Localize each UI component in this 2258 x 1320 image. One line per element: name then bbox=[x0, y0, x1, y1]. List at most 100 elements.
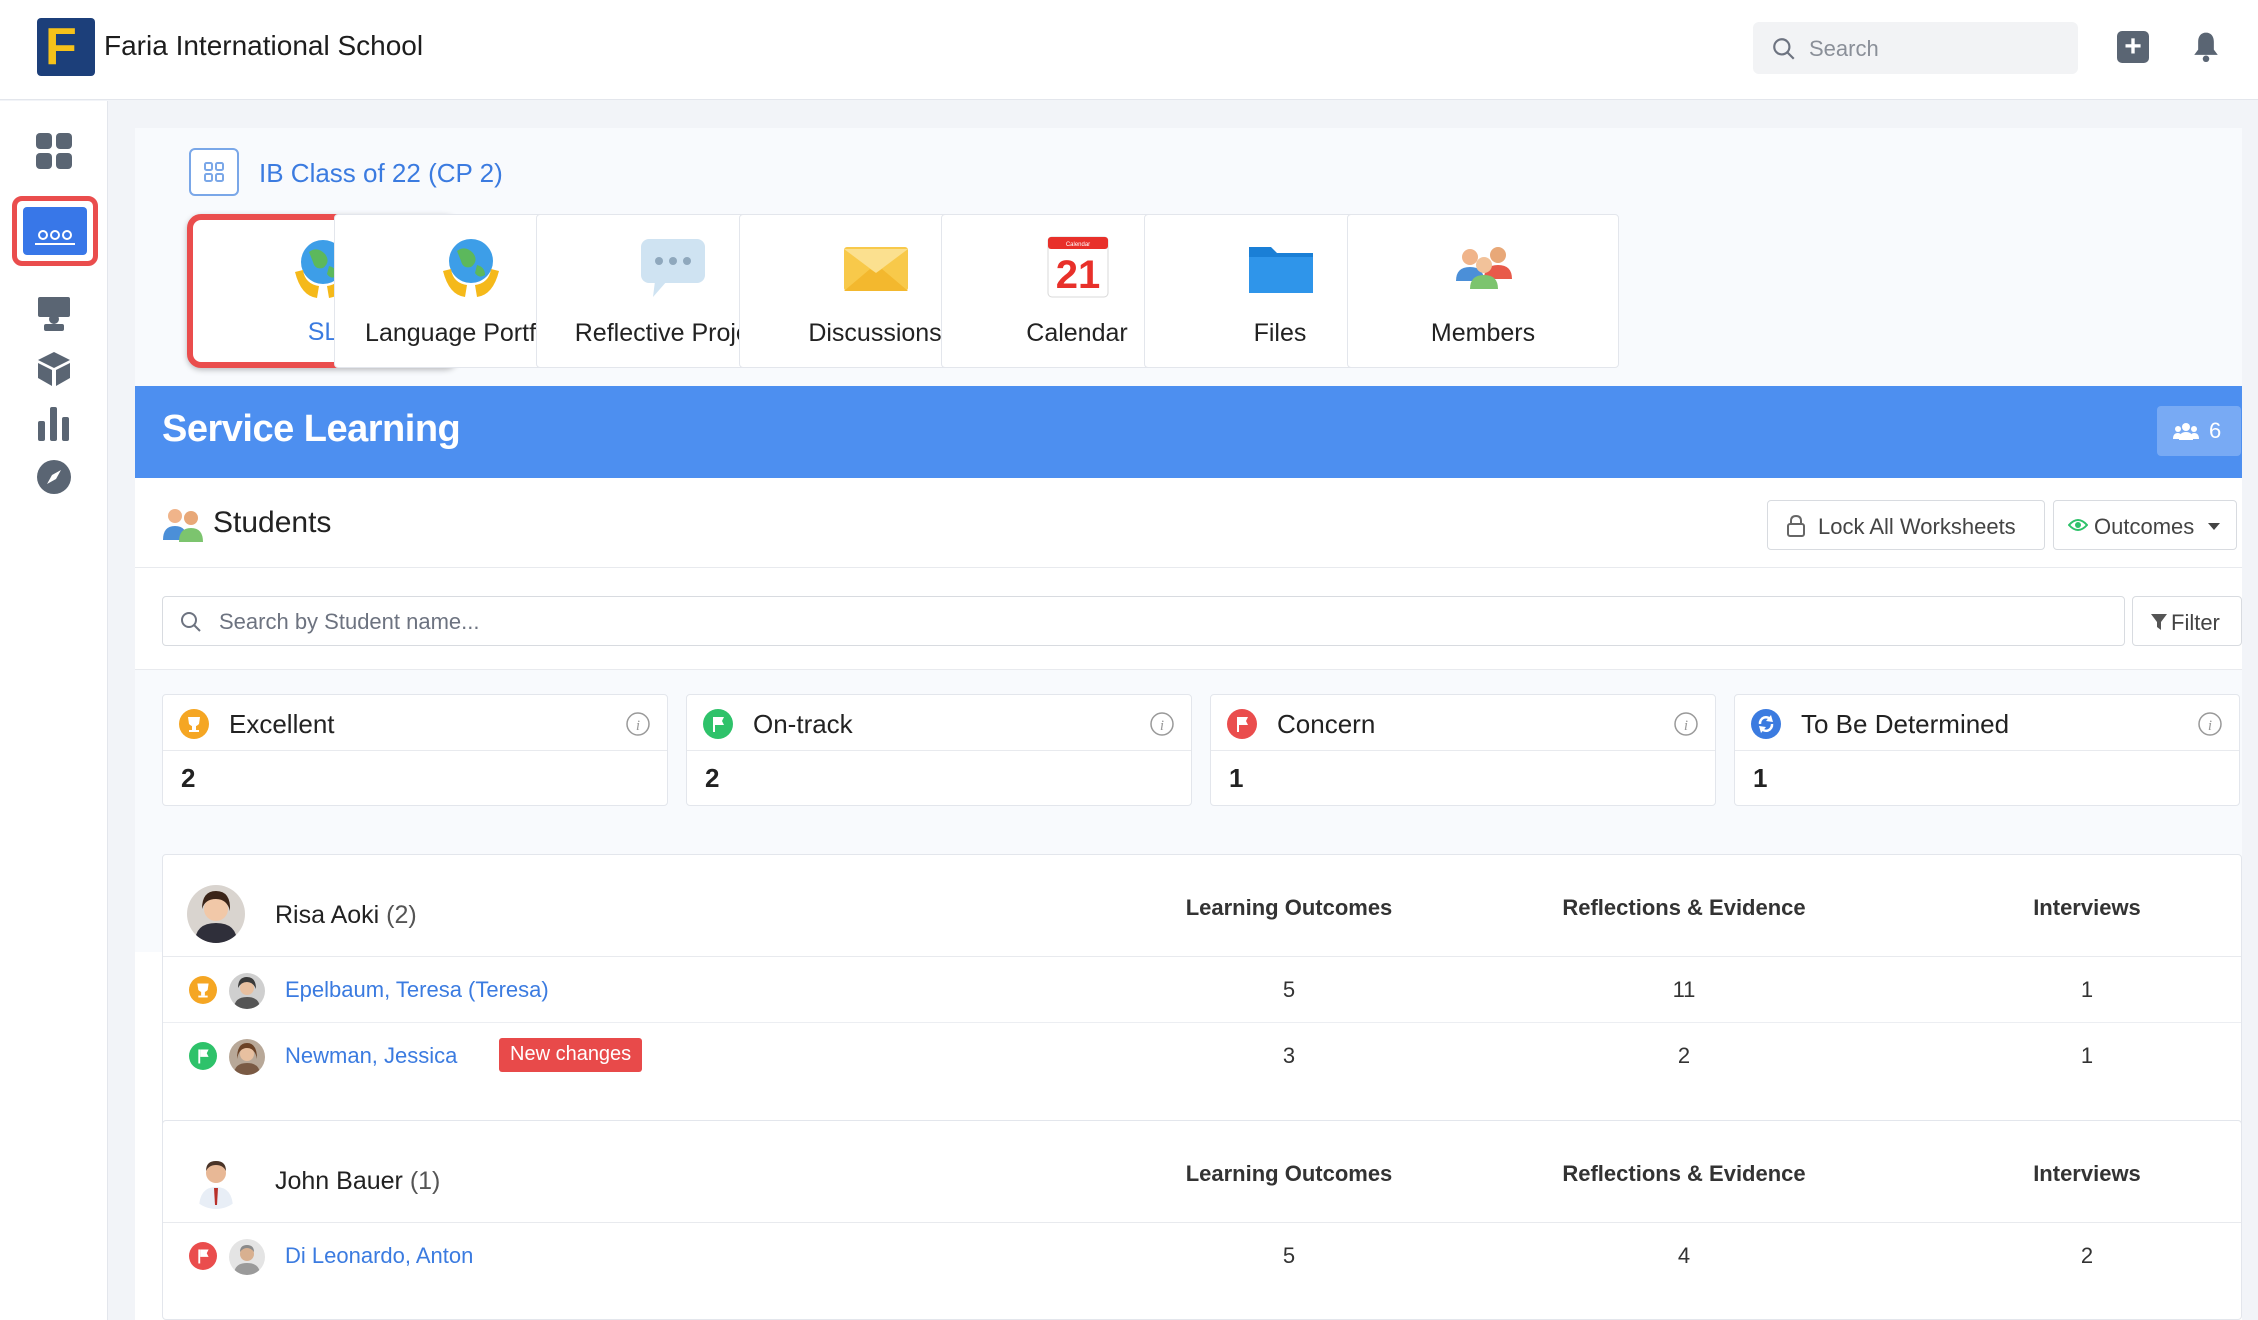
speech-bubble-icon bbox=[641, 239, 705, 297]
reflections-count: 2 bbox=[1677, 1043, 1691, 1068]
calendar-day: 21 bbox=[1056, 253, 1101, 297]
eye-icon bbox=[2068, 519, 2088, 531]
reflections-count: 4 bbox=[1677, 1243, 1691, 1268]
stat-label: On-track bbox=[753, 709, 853, 739]
tile-label: Members bbox=[1430, 319, 1536, 347]
column-header-outcomes: Learning Outcomes bbox=[1185, 1161, 1393, 1186]
member-count: 6 bbox=[2209, 418, 2222, 443]
reflections-count: 11 bbox=[1672, 977, 1696, 1002]
outcomes-dropdown[interactable]: Outcomes bbox=[2053, 500, 2237, 550]
class-header: IB Class of 22 (CP 2) SL Language Portfo… bbox=[135, 128, 2242, 386]
main-content: IB Class of 22 (CP 2) SL Language Portfo… bbox=[135, 128, 2242, 1320]
svg-text:i: i bbox=[2208, 718, 2212, 734]
member-count-badge[interactable]: 6 bbox=[2157, 406, 2241, 456]
outcomes-count: 3 bbox=[1282, 1043, 1296, 1068]
stat-count: 1 bbox=[1229, 763, 1244, 793]
column-header-reflections: Reflections & Evidence bbox=[1562, 1161, 1806, 1186]
trophy-icon bbox=[189, 976, 217, 1004]
info-icon[interactable]: i bbox=[625, 711, 651, 737]
info-icon[interactable]: i bbox=[2197, 711, 2223, 737]
student-search-input[interactable]: Search by Student name... bbox=[162, 596, 2125, 646]
filter-button[interactable]: Filter bbox=[2132, 596, 2242, 646]
class-title[interactable]: IB Class of 22 (CP 2) bbox=[259, 158, 503, 189]
section-title: Service Learning bbox=[162, 408, 461, 450]
interviews-count: 1 bbox=[2080, 1043, 2094, 1068]
advisor-group-header: Risa Aoki (2) Learning Outcomes Reflecti… bbox=[163, 855, 2241, 957]
bar-chart-icon[interactable] bbox=[34, 403, 74, 443]
tile-members[interactable]: Members bbox=[1347, 214, 1619, 368]
dashboard-icon[interactable] bbox=[34, 131, 74, 171]
stat-count: 2 bbox=[705, 763, 720, 793]
calendar-icon: Calendar 21 bbox=[1047, 236, 1109, 298]
avatar bbox=[187, 885, 245, 943]
global-search-input[interactable]: Search bbox=[1753, 22, 2078, 74]
flag-icon bbox=[1227, 709, 1257, 739]
filter-icon bbox=[2151, 614, 2167, 630]
column-header-interviews: Interviews bbox=[2033, 1161, 2141, 1186]
add-button[interactable]: + bbox=[2117, 31, 2149, 63]
table-row[interactable]: Di Leonardo, Anton 5 4 2 bbox=[163, 1223, 2241, 1289]
advisor-name: Risa Aoki (2) bbox=[275, 901, 417, 929]
student-search-row: Search by Student name... Filter bbox=[135, 568, 2242, 670]
info-icon[interactable]: i bbox=[1673, 711, 1699, 737]
flag-icon bbox=[189, 1242, 217, 1270]
global-search-placeholder: Search bbox=[1809, 36, 1879, 61]
globe-hands-icon bbox=[443, 239, 499, 297]
classes-nav-item[interactable] bbox=[12, 196, 98, 266]
outcomes-count: 5 bbox=[1282, 977, 1296, 1002]
stat-card-concern[interactable]: Concern i 1 bbox=[1210, 694, 1716, 806]
student-name-link[interactable]: Di Leonardo, Anton bbox=[285, 1243, 473, 1269]
svg-text:i: i bbox=[636, 718, 640, 734]
avatar bbox=[187, 1151, 245, 1209]
lock-all-label: Lock All Worksheets bbox=[1818, 514, 2016, 539]
new-changes-badge: New changes bbox=[499, 1038, 643, 1072]
top-bar: F Faria International School Search + bbox=[0, 0, 2258, 100]
flag-icon bbox=[703, 709, 733, 739]
column-header-outcomes: Learning Outcomes bbox=[1185, 895, 1393, 920]
compass-icon[interactable] bbox=[34, 457, 74, 497]
student-name-link[interactable]: Epelbaum, Teresa (Teresa) bbox=[285, 977, 549, 1003]
students-header: Students Lock All Worksheets Outcomes bbox=[135, 478, 2242, 568]
info-icon[interactable]: i bbox=[1149, 711, 1175, 737]
student-name-link[interactable]: Newman, Jessica bbox=[285, 1043, 457, 1069]
flag-icon bbox=[189, 1042, 217, 1070]
folder-icon bbox=[1249, 247, 1313, 293]
people-icon bbox=[1456, 247, 1512, 289]
envelope-icon bbox=[844, 247, 908, 291]
students-icon bbox=[163, 509, 203, 542]
stat-label: Concern bbox=[1277, 709, 1376, 739]
bell-icon[interactable] bbox=[2190, 30, 2222, 64]
student-search-placeholder: Search by Student name... bbox=[219, 609, 480, 634]
avatar bbox=[229, 973, 265, 1009]
stat-card-excellent[interactable]: Excellent i 2 bbox=[162, 694, 668, 806]
caret-down-icon bbox=[2208, 523, 2220, 530]
table-row[interactable]: Newman, Jessica New changes 3 2 1 bbox=[163, 1023, 2241, 1089]
logo-letter: F bbox=[45, 18, 77, 76]
trophy-icon bbox=[179, 709, 209, 739]
school-logo[interactable]: F bbox=[37, 18, 95, 76]
users-icon bbox=[2173, 423, 2199, 440]
stat-label: Excellent bbox=[229, 709, 335, 739]
stat-card-on-track[interactable]: On-track i 2 bbox=[686, 694, 1192, 806]
stat-label: To Be Determined bbox=[1801, 709, 2010, 739]
presentation-icon[interactable] bbox=[34, 293, 74, 333]
advisor-group: John Bauer (1) Learning Outcomes Reflect… bbox=[162, 1120, 2242, 1320]
filter-label: Filter bbox=[2171, 610, 2220, 635]
interviews-count: 2 bbox=[2080, 1243, 2094, 1268]
cube-icon[interactable] bbox=[34, 349, 74, 389]
lock-icon bbox=[1787, 515, 1805, 537]
outcomes-count: 5 bbox=[1282, 1243, 1296, 1268]
section-banner: Service Learning 6 bbox=[135, 386, 2242, 478]
lock-all-worksheets-button[interactable]: Lock All Worksheets bbox=[1767, 500, 2045, 550]
table-row[interactable]: Epelbaum, Teresa (Teresa) 5 11 1 bbox=[163, 957, 2241, 1023]
column-header-interviews: Interviews bbox=[2033, 895, 2141, 920]
stat-count: 2 bbox=[181, 763, 196, 793]
class-grid-icon[interactable] bbox=[189, 148, 239, 196]
advisor-group-header: John Bauer (1) Learning Outcomes Reflect… bbox=[163, 1121, 2241, 1223]
left-sidebar bbox=[0, 101, 108, 1320]
stat-card-to-be-determined[interactable]: To Be Determined i 1 bbox=[1734, 694, 2240, 806]
school-name: Faria International School bbox=[104, 30, 424, 61]
search-icon bbox=[181, 612, 201, 632]
advisor-name: John Bauer (1) bbox=[275, 1167, 441, 1195]
svg-text:i: i bbox=[1160, 718, 1164, 734]
